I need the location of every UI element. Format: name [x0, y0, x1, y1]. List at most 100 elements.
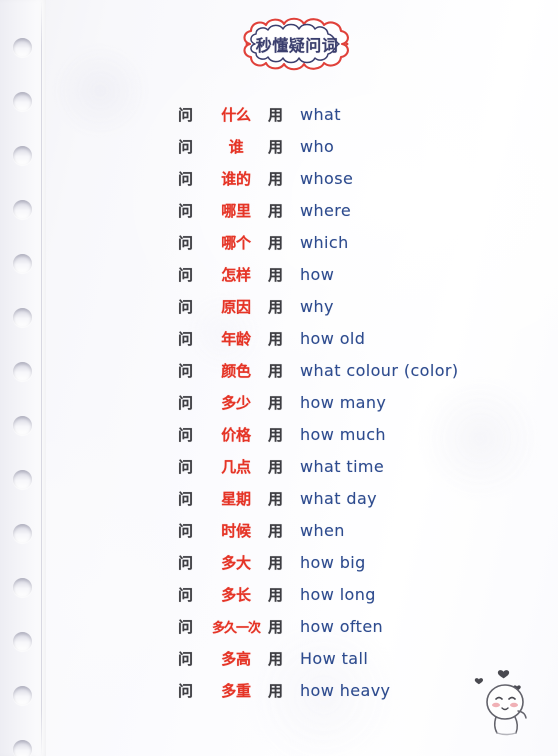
list-item: 问 怎样用 how [0, 258, 558, 290]
chinese-term: 多重 [221, 681, 251, 700]
use-label: 用 [268, 137, 284, 156]
english-phrase: what time [300, 456, 385, 476]
chinese-term: 几点 [221, 457, 251, 476]
chinese-term: 谁 [228, 137, 244, 156]
list-item: 问 年龄用 how old [0, 322, 558, 354]
ask-label: 问 [178, 265, 194, 284]
list-item: 问 几点用 what time [0, 450, 558, 482]
use-label: 用 [268, 617, 284, 636]
english-phrase: how [300, 264, 335, 284]
ask-label: 问 [178, 617, 194, 636]
chinese-term: 多少 [221, 393, 251, 412]
list-item: 问 时候用 when [0, 514, 558, 546]
english-phrase: which [300, 232, 349, 252]
use-label: 用 [268, 265, 284, 284]
use-label: 用 [268, 169, 284, 188]
english-phrase: what day [300, 488, 378, 508]
ask-label: 问 [178, 489, 194, 508]
ask-label: 问 [178, 393, 194, 412]
chinese-term: 哪里 [221, 201, 251, 220]
use-label: 用 [268, 329, 284, 348]
list-item: 问 什么用 what [0, 98, 558, 130]
chinese-term: 多大 [221, 553, 251, 572]
list-item: 问 多大用 how big [0, 546, 558, 578]
use-label: 用 [268, 425, 284, 444]
chinese-term: 时候 [221, 521, 251, 540]
ask-label: 问 [178, 169, 194, 188]
english-phrase: how big [300, 552, 366, 572]
title-bubble: 秒懂疑问词 [238, 16, 356, 72]
binding-hole [13, 740, 32, 756]
chinese-term: 原因 [221, 297, 251, 316]
list-item: 问 谁 用 who [0, 130, 558, 162]
ask-label: 问 [178, 585, 194, 604]
english-phrase: how often [300, 616, 384, 636]
chinese-term: 哪个 [221, 233, 251, 252]
notebook-page: 秒懂疑问词 问什么用 what 问谁用 who 问谁的用 whose 问哪里用 where 问哪… [0, 0, 558, 756]
list-item: 问 原因用 why [0, 290, 558, 322]
english-phrase: how old [300, 328, 366, 348]
use-label: 用 [268, 521, 284, 540]
ask-label: 问 [178, 521, 194, 540]
use-label: 用 [268, 457, 284, 476]
english-phrase: how long [300, 584, 376, 604]
english-phrase: how many [300, 392, 387, 412]
ask-label: 问 [178, 105, 194, 124]
use-label: 用 [268, 393, 284, 412]
chinese-term: 多高 [221, 649, 251, 668]
chinese-term: 年龄 [221, 329, 251, 348]
use-label: 用 [268, 649, 284, 668]
ask-label: 问 [178, 553, 194, 572]
ask-label: 问 [178, 137, 194, 156]
use-label: 用 [268, 553, 284, 572]
chinese-term: 谁的 [221, 169, 251, 188]
ask-label: 问 [178, 425, 194, 444]
chinese-term: 多长 [221, 585, 251, 604]
ask-label: 问 [178, 329, 194, 348]
ask-label: 问 [178, 649, 194, 668]
chinese-term: 颜色 [221, 361, 251, 380]
use-label: 用 [268, 489, 284, 508]
chinese-term: 多久一次 [211, 620, 261, 636]
list-item: 问 价格用 how much [0, 418, 558, 450]
ask-label: 问 [178, 297, 194, 316]
list-item: 问 多少用 how many [0, 386, 558, 418]
chinese-term: 价格 [221, 425, 251, 444]
english-phrase: How tall [300, 648, 369, 668]
list-item: 问 星期用 what day [0, 482, 558, 514]
use-label: 用 [268, 201, 284, 220]
question-word-list: 问什么用 what 问谁用 who 问谁的用 whose 问哪里用 where 问哪个用 whic… [0, 98, 558, 706]
english-phrase: what [300, 104, 341, 124]
list-item: 问 多长用 how long [0, 578, 558, 610]
use-label: 用 [268, 297, 284, 316]
ask-label: 问 [178, 201, 194, 220]
chinese-term: 什么 [221, 105, 251, 124]
ask-label: 问 [178, 361, 194, 380]
ask-label: 问 [178, 681, 194, 700]
english-phrase: who [300, 136, 335, 156]
list-item: 问 哪个用 which [0, 226, 558, 258]
ask-label: 问 [178, 233, 194, 252]
english-phrase: when [300, 520, 345, 540]
list-item: 问 谁的用 whose [0, 162, 558, 194]
english-phrase: why [300, 296, 334, 316]
cute-face-with-hearts-doodle [472, 666, 548, 738]
english-phrase: how much [300, 424, 386, 444]
ask-label: 问 [178, 457, 194, 476]
list-item: 问 颜色用 what colour (color) [0, 354, 558, 386]
english-phrase: where [300, 200, 352, 220]
use-label: 用 [268, 233, 284, 252]
use-label: 用 [268, 105, 284, 124]
list-item: 问 多久一次用 how often [0, 610, 558, 642]
english-phrase: what colour (color) [300, 360, 459, 380]
list-item: 问 哪里用 where [0, 194, 558, 226]
english-phrase: how heavy [300, 680, 391, 700]
english-phrase: whose [300, 168, 354, 188]
page-title: 秒懂疑问词 [255, 36, 339, 55]
binding-hole [13, 38, 32, 57]
use-label: 用 [268, 585, 284, 604]
chinese-term: 星期 [221, 489, 251, 508]
use-label: 用 [268, 681, 284, 700]
chinese-term: 怎样 [221, 265, 251, 284]
use-label: 用 [268, 361, 284, 380]
